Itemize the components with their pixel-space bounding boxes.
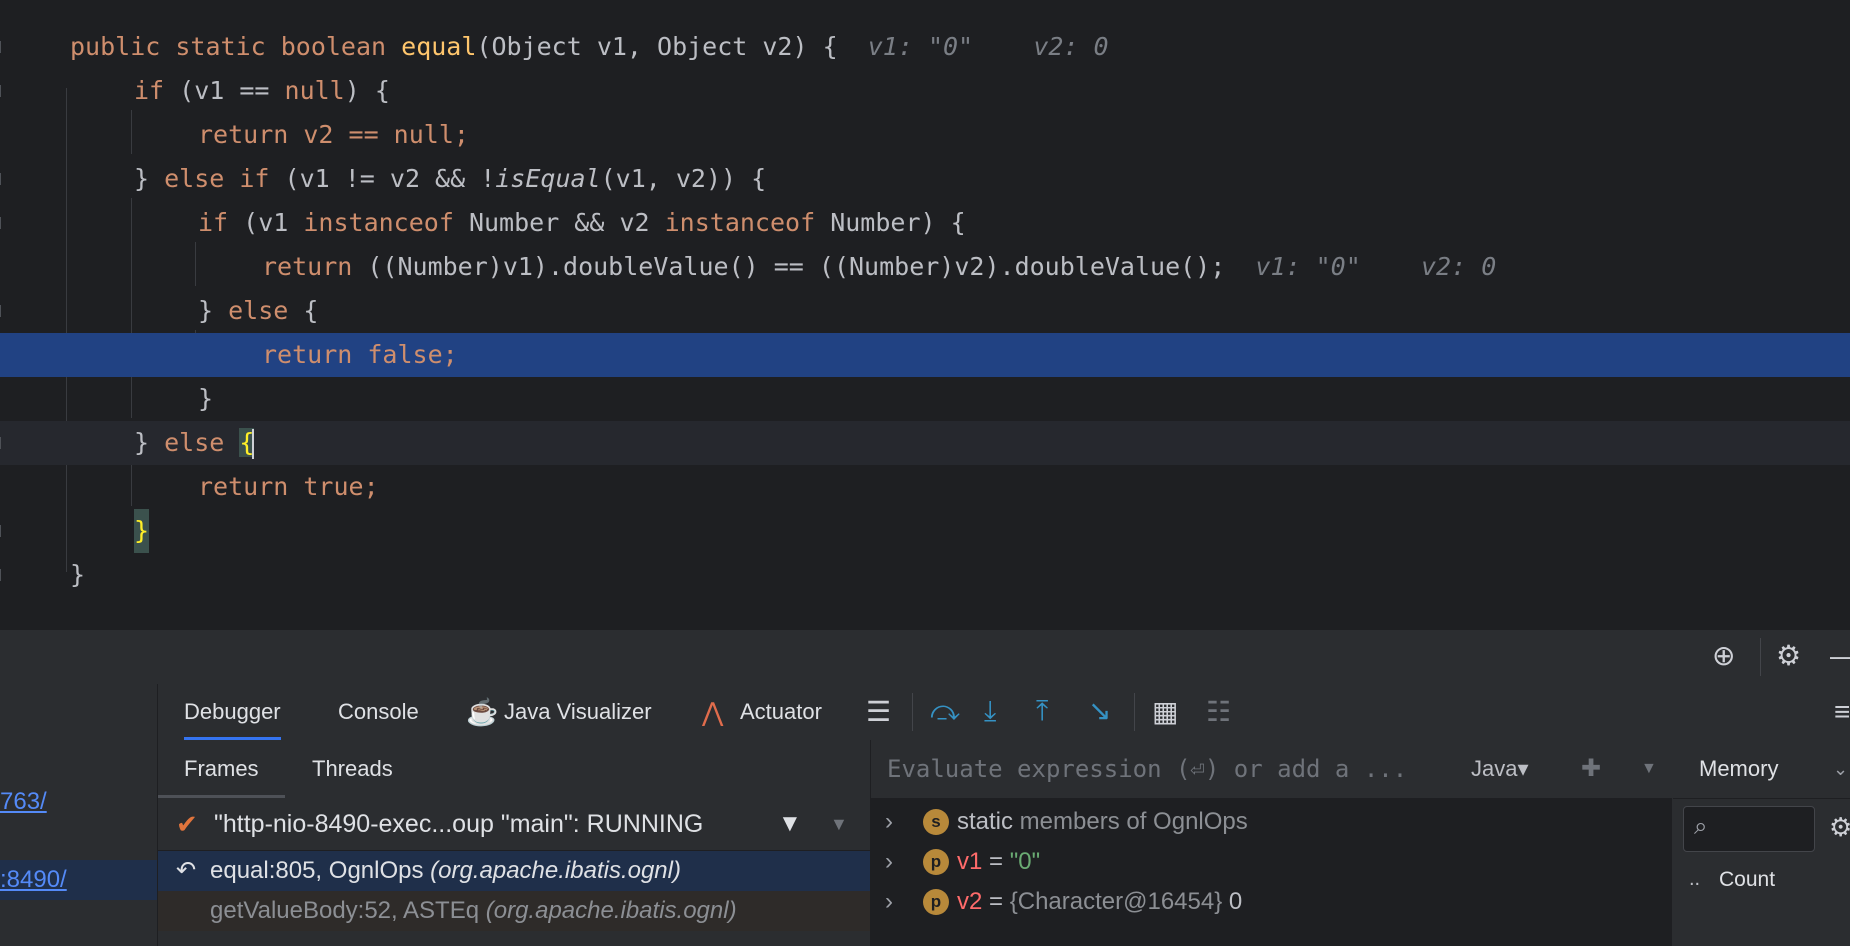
chevron-right-icon[interactable]: › <box>885 882 893 922</box>
check-icon: ✔ <box>176 809 198 839</box>
divider <box>1134 693 1135 731</box>
tab-threads[interactable]: Threads <box>312 740 393 798</box>
evaluate-bar: Evaluate expression (⏎) or add a ... Jav… <box>871 740 1672 799</box>
inline-debug-hint: v2: 0 <box>1033 32 1109 61</box>
frame-row[interactable]: ↶ equal:805, OgnlOps (org.apache.ibatis.… <box>158 851 870 891</box>
tab-java-visualizer[interactable]: Java Visualizer <box>504 684 652 740</box>
step-into-icon[interactable]: ⤓ <box>984 696 996 726</box>
chevron-right-icon[interactable]: › <box>885 802 893 842</box>
tab-memory[interactable]: Memory <box>1699 740 1778 798</box>
step-over-icon[interactable]: ⤼ <box>930 696 960 726</box>
code-line-4[interactable]: } else if (v1 != v2 && !isEqual(v1, v2))… <box>0 157 1850 201</box>
code-line-12[interactable]: } <box>0 509 1850 553</box>
actuator-icon: ⋀ <box>702 697 724 727</box>
tab-actuator[interactable]: Actuator <box>740 684 822 740</box>
static-badge-icon: s <box>923 809 949 835</box>
evaluate-input[interactable]: Evaluate expression (⏎) or add a ... <box>887 740 1407 798</box>
memory-panel: Memory ⌄ ⌕ ⚙ .. Count <box>1673 740 1850 946</box>
code-editor[interactable]: public static boolean equal(Object v1, O… <box>0 0 1850 630</box>
java-visualizer-icon: ☕ <box>466 697 499 727</box>
code-line-11[interactable]: return true; <box>0 465 1850 509</box>
fold-marker[interactable] <box>0 437 5 449</box>
code-line-7[interactable]: } else { <box>0 289 1850 333</box>
code-line-1[interactable]: public static boolean equal(Object v1, O… <box>0 25 1850 69</box>
memory-search-input[interactable]: ⌕ <box>1683 806 1815 852</box>
debug-tool-window-header: ⊕ ⚙ — <box>0 630 1850 684</box>
tab-frames[interactable]: Frames <box>158 740 285 798</box>
fold-marker[interactable] <box>0 173 5 185</box>
parameter-badge-icon: p <box>923 889 949 915</box>
thread-selector[interactable]: ✔ "http-nio-8490-exec...oup "main": RUNN… <box>158 798 870 851</box>
frames-panel: Frames Threads ✔ "http-nio-8490-exec...o… <box>158 740 871 946</box>
divider <box>912 693 913 731</box>
inline-debug-hint: v1: "0" <box>1255 252 1361 281</box>
tab-console[interactable]: Console <box>338 684 419 740</box>
execution-point-line[interactable]: return false; <box>0 333 1850 377</box>
variable-row[interactable]: › p v2 = {Character@16454} 0 <box>871 882 1672 922</box>
variable-row[interactable]: › s static members of OgnlOps <box>871 802 1672 842</box>
evaluate-expression-icon[interactable]: ▦ <box>1152 698 1178 726</box>
menu-icon[interactable]: ☰ <box>866 698 891 726</box>
search-icon: ⌕ <box>1694 813 1708 840</box>
crosshair-icon[interactable]: ⊕ <box>1712 642 1735 670</box>
matched-brace: } <box>134 509 150 553</box>
run-to-cursor-icon[interactable]: ↘ <box>1088 696 1111 726</box>
services-pane: 763/ :8490/ <box>0 740 158 946</box>
trace-icon[interactable]: ☷ <box>1206 698 1231 726</box>
left-spacer <box>0 684 158 740</box>
language-selector[interactable]: Java▾ <box>1471 740 1529 798</box>
frame-row[interactable]: getValueBody:52, ASTEq (org.apache.ibati… <box>158 891 870 931</box>
caret-line[interactable]: } else { <box>0 421 1850 465</box>
column-handle: .. <box>1689 868 1701 890</box>
thread-label: "http-nio-8490-exec...oup "main": RUNNIN… <box>214 810 704 838</box>
memory-header: Memory ⌄ <box>1673 740 1850 799</box>
url-link[interactable]: 763/ <box>0 788 47 816</box>
code-line-3[interactable]: return v2 == null; <box>0 113 1850 157</box>
add-watch-icon[interactable]: ✚ <box>1581 740 1601 798</box>
parameter-badge-icon: p <box>923 849 949 875</box>
chevron-down-icon[interactable]: ▼ <box>1641 740 1657 798</box>
code-line-9[interactable]: } <box>0 377 1850 421</box>
url-link[interactable]: :8490/ <box>0 866 67 894</box>
fold-marker[interactable] <box>0 85 5 97</box>
layout-icon[interactable]: ≡ <box>1834 698 1850 726</box>
filter-icon[interactable]: ▼ <box>778 798 802 850</box>
fold-marker[interactable] <box>0 217 5 229</box>
inline-debug-hint: v2: 0 <box>1420 252 1497 281</box>
gear-icon[interactable]: ⚙ <box>1829 812 1850 843</box>
count-column-header[interactable]: Count <box>1719 868 1775 892</box>
debug-toolbar: Debugger Console ☕ Java Visualizer ⋀ Act… <box>0 684 1850 741</box>
code-line-2[interactable]: if (v1 == null) { <box>0 69 1850 113</box>
code-line-13[interactable]: } <box>0 553 1850 597</box>
fold-marker[interactable] <box>0 41 5 53</box>
chevron-right-icon[interactable]: › <box>885 842 893 882</box>
gear-icon[interactable]: ⚙ <box>1776 642 1801 670</box>
frames-tabs: Frames Threads <box>158 740 870 798</box>
text-cursor <box>252 429 255 459</box>
code-line-5[interactable]: if (v1 instanceof Number && v2 instanceo… <box>0 201 1850 245</box>
divider <box>1760 638 1761 676</box>
chevron-down-icon[interactable]: ⌄ <box>1833 740 1848 798</box>
fold-marker[interactable] <box>0 305 5 317</box>
fold-marker[interactable] <box>0 569 5 581</box>
variables-panel: Evaluate expression (⏎) or add a ... Jav… <box>871 740 1673 946</box>
minimize-icon[interactable]: — <box>1830 642 1850 670</box>
tab-debugger[interactable]: Debugger <box>184 684 281 740</box>
inline-debug-hint: v1: "0" <box>867 32 974 61</box>
return-icon: ↶ <box>176 857 197 884</box>
variable-row[interactable]: › p v1 = "0" <box>871 842 1672 882</box>
code-line-6[interactable]: return ((Number)v1).doubleValue() == ((N… <box>0 245 1850 289</box>
fold-marker[interactable] <box>0 525 5 537</box>
step-out-icon[interactable]: ⤒ <box>1036 696 1048 726</box>
chevron-down-icon[interactable]: ▼ <box>830 798 848 850</box>
